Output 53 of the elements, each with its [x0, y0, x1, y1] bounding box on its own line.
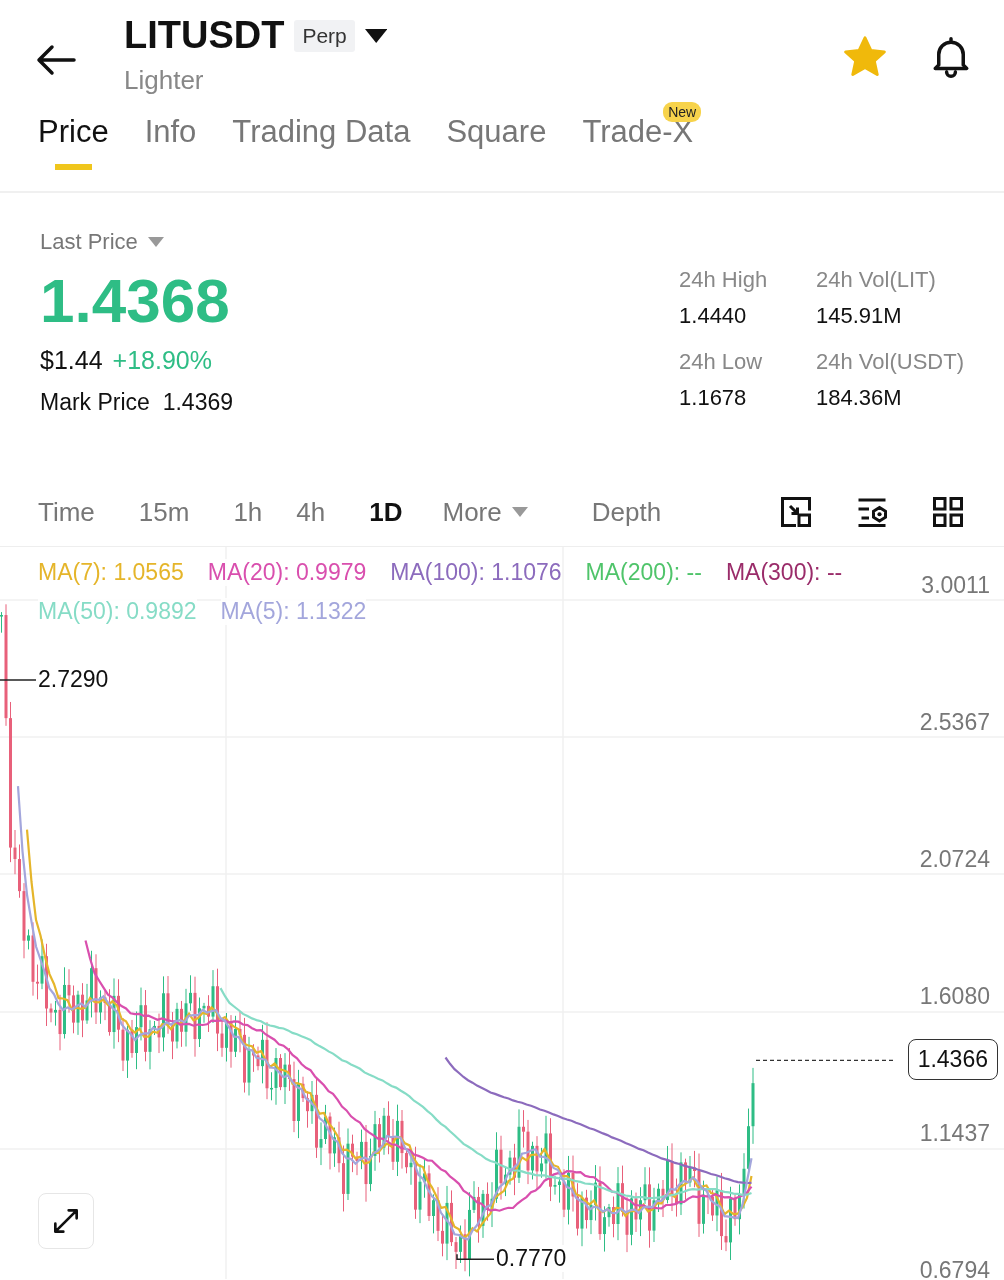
interval-tab[interactable]: 1h — [233, 496, 263, 528]
moving-average-label: MA(200): -- — [585, 559, 702, 586]
stat-value: 1.4440 — [679, 303, 748, 329]
stat-label: 24h Low — [679, 349, 764, 375]
tab[interactable]: Square — [446, 114, 547, 170]
expand-button[interactable] — [38, 1193, 94, 1249]
caret-icon — [147, 237, 164, 247]
low-price-marker: 0.7770 — [496, 1245, 567, 1273]
moving-average-label: MA(20): 0.9979 — [207, 559, 367, 586]
grid-icon — [930, 494, 966, 530]
interval-tab[interactable]: 15m — [138, 496, 190, 528]
leader-line — [456, 1253, 495, 1261]
price-axis-label: 2.5367 — [919, 709, 990, 736]
price-type-selector[interactable]: Last Price — [40, 229, 680, 255]
last-price-marker: 1.4366 — [907, 1039, 998, 1081]
caret-icon — [364, 28, 388, 43]
stat-value: 1.1678 — [679, 385, 748, 411]
interval-tab[interactable]: Time — [38, 496, 95, 528]
resize-icon — [778, 494, 814, 530]
stat-label: 24h Vol(USDT) — [816, 349, 964, 375]
last-price: 1.4368 — [40, 265, 231, 336]
tab[interactable]: Price — [38, 114, 109, 170]
price-axis-label: 1.6080 — [919, 983, 990, 1010]
price-axis-label: 1.1437 — [919, 1120, 990, 1147]
symbol-title: LITUSDT — [124, 14, 285, 57]
new-badge: New — [663, 102, 702, 122]
fullscreen-button[interactable] — [778, 494, 814, 530]
moving-average-label: MA(7): 1.0565 — [38, 559, 184, 586]
price-axis-label: 0.6794 — [919, 1257, 990, 1280]
leader-line — [0, 679, 37, 681]
moving-average-label: MA(300): -- — [725, 559, 843, 586]
interval-tab[interactable]: Depth — [591, 496, 662, 528]
stat-value: 145.91M — [816, 303, 903, 329]
mark-price: Mark Price 1.4369 — [40, 389, 235, 416]
layout-button[interactable] — [930, 494, 966, 530]
price-axis-label: 2.0724 — [919, 846, 990, 873]
price-change: +18.90% — [112, 346, 212, 375]
stat-label: 24h Vol(LIT) — [816, 267, 937, 293]
interval-tab[interactable]: 4h — [296, 496, 326, 528]
moving-average-label: MA(5): 1.1322 — [220, 598, 367, 625]
moving-average-label: MA(100): 1.1076 — [390, 559, 562, 586]
interval-tab[interactable]: More — [442, 496, 528, 528]
price-axis-label: 3.0011 — [921, 572, 990, 599]
back-arrow-icon — [36, 44, 76, 76]
tab[interactable]: Trading Data — [232, 114, 411, 170]
tab[interactable]: Info — [144, 114, 197, 170]
stat-label: 24h High — [679, 267, 769, 293]
exchange-subtitle: Lighter — [124, 65, 205, 96]
moving-average-label: MA(50): 0.9892 — [38, 598, 197, 625]
interval-tab[interactable]: 1D — [369, 496, 403, 528]
usd-price: $1.44 — [40, 346, 103, 375]
stat-value: 184.36M — [816, 385, 903, 411]
contract-badge: Perp — [294, 19, 355, 52]
